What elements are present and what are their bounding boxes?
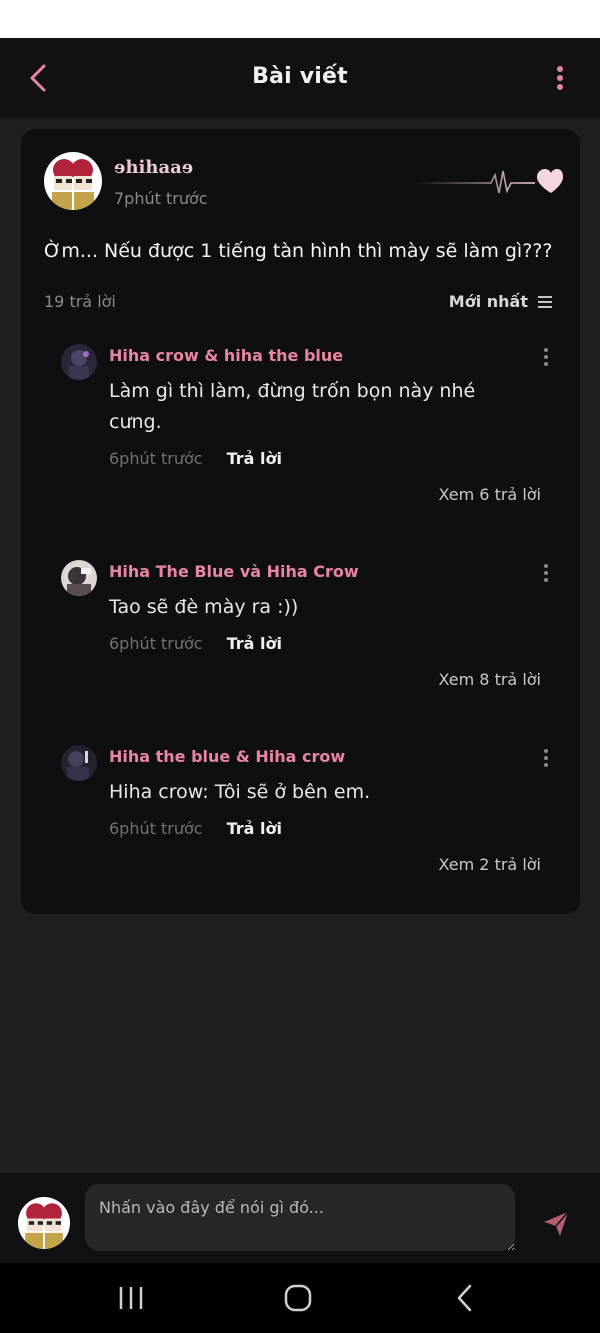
post-card: ɘhihaaɘ 7phút trước Ờm... Nếu được 1 tiế… [21, 129, 580, 914]
commenter-name[interactable]: Hiha the blue & Hiha crow [109, 747, 345, 766]
comment-meta: 6phút trước Trả lời [109, 819, 282, 838]
page-title: Bài viết [252, 64, 348, 89]
sort-label: Mới nhất [448, 292, 528, 311]
recent-apps-icon[interactable] [111, 1281, 151, 1315]
commenter-avatar[interactable] [61, 344, 97, 380]
comment-time: 6phút trước [109, 449, 203, 468]
reply-button[interactable]: Trả lời [227, 634, 282, 653]
reply-button[interactable]: Trả lời [227, 819, 282, 838]
comment-composer [0, 1173, 600, 1263]
reply-button[interactable]: Trả lời [227, 449, 282, 468]
comment-text: Làm gì thì làm, đừng trốn bọn này nhé cư… [109, 380, 476, 433]
author-avatar[interactable] [44, 152, 102, 210]
post-text: Ờm... Nếu được 1 tiếng tàn hình thì mày … [44, 240, 553, 262]
comment-meta: 6phút trước Trả lời [109, 449, 282, 468]
view-replies-link[interactable]: Xem 2 trả lời [439, 855, 541, 874]
post-time: 7phút trước [114, 189, 208, 208]
comment-item: Hiha crow & hiha the blue Làm gì thì làm… [61, 344, 548, 514]
reply-count: 19 trả lời [44, 292, 116, 311]
commenter-name[interactable]: Hiha The Blue và Hiha Crow [109, 562, 359, 581]
post-author[interactable]: ɘhihaaɘ [114, 157, 193, 178]
view-replies-link[interactable]: Xem 8 trả lời [439, 670, 541, 689]
comment-item: Hiha The Blue và Hiha Crow Tao sẽ đè mày… [61, 560, 548, 700]
comment-time: 6phút trước [109, 819, 203, 838]
heartbeat-heart-icon[interactable] [415, 165, 563, 199]
status-bar [0, 0, 600, 38]
comment-item: Hiha the blue & Hiha crow Hiha crow: Tôi… [61, 745, 548, 885]
comment-text: Tao sẽ đè mày ra :)) [109, 596, 299, 618]
home-icon[interactable] [278, 1281, 318, 1315]
nav-back-icon[interactable] [446, 1281, 486, 1315]
comment-input[interactable] [85, 1184, 515, 1251]
comment-text: Hiha crow: Tôi sẽ ở bên em. [109, 781, 371, 803]
my-avatar[interactable] [18, 1197, 70, 1249]
more-options-icon[interactable] [542, 62, 578, 98]
comment-more-icon[interactable] [537, 562, 555, 584]
commenter-avatar[interactable] [61, 560, 97, 596]
commenter-name[interactable]: Hiha crow & hiha the blue [109, 346, 343, 365]
system-nav-bar [0, 1263, 600, 1333]
commenter-avatar[interactable] [61, 745, 97, 781]
view-replies-link[interactable]: Xem 6 trả lời [439, 485, 541, 504]
sort-menu-icon [538, 295, 552, 308]
comment-meta: 6phút trước Trả lời [109, 634, 282, 653]
comment-more-icon[interactable] [537, 747, 555, 769]
sort-button[interactable]: Mới nhất [449, 292, 554, 311]
comment-time: 6phút trước [109, 634, 203, 653]
comment-more-icon[interactable] [537, 346, 555, 368]
app-header: Bài viết [0, 38, 600, 118]
send-icon[interactable] [541, 1209, 571, 1239]
